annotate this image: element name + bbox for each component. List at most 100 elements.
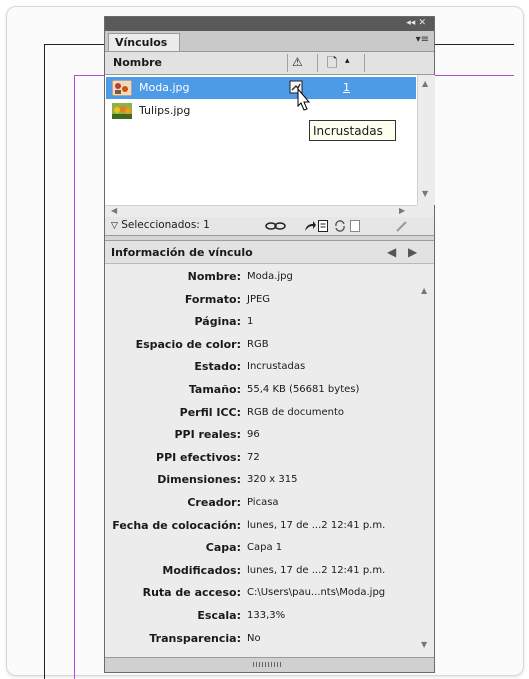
pointer-cursor-icon — [297, 88, 311, 111]
info-row: Ruta de acceso: C:\Users\pau...nts\Moda.j… — [105, 582, 417, 604]
info-value: Incrustadas — [247, 361, 306, 373]
column-name[interactable]: Nombre — [113, 56, 162, 69]
info-key: Nombre: — [187, 270, 241, 283]
column-separator — [287, 54, 288, 72]
info-value: 55,4 KB (56681 bytes) — [247, 384, 360, 395]
info-row: Escala: 133,3% — [105, 605, 417, 627]
info-value: 1 — [247, 316, 254, 328]
info-row: Perfil ICC: RGB de documento — [105, 402, 417, 424]
links-panel: ◂◂ ✕ Vínculos ▾≡ Nombre ⚠ 🗋 ▴ Moda.jpg 1 — [104, 16, 435, 673]
info-key: Espacio de color: — [135, 337, 241, 351]
link-name: Tulips.jpg — [139, 104, 191, 117]
info-key: Fecha de colocación: — [112, 518, 241, 532]
info-row: Estado: Incrustadas — [105, 356, 417, 378]
link-info-title: Información de vínculo — [111, 246, 253, 259]
info-row: Fecha de colocación: lunes, 17 de ...2 12… — [105, 515, 417, 537]
info-row: PPI reales: 96 — [105, 424, 417, 446]
info-key: Estado: — [194, 360, 241, 374]
info-key: Ruta de acceso: — [142, 586, 241, 600]
link-row-moda[interactable]: Moda.jpg 1 — [106, 77, 416, 99]
relink-icon[interactable] — [265, 220, 287, 232]
info-row: Página: 1 — [105, 311, 417, 333]
link-page[interactable]: 1 — [343, 81, 350, 94]
panel-titlebar[interactable]: ◂◂ ✕ — [105, 17, 434, 31]
next-link-icon[interactable]: ▶ — [408, 245, 417, 259]
edit-original-icon[interactable] — [349, 219, 361, 233]
info-value: Capa 1 — [247, 542, 283, 554]
disclosure-triangle-icon[interactable]: ▽ — [111, 221, 118, 231]
info-key: Perfil ICC: — [179, 405, 241, 419]
go-to-link-icon[interactable] — [303, 219, 317, 233]
info-row: Espacio de color: RGB — [105, 334, 417, 356]
tab-links[interactable]: Vínculos — [108, 33, 180, 51]
info-row: Tamaño: 55,4 KB (56681 bytes) — [105, 379, 417, 401]
info-key: Formato: — [184, 292, 241, 306]
info-key: Dimensiones: — [157, 473, 241, 487]
info-value: RGB de documento — [247, 406, 344, 418]
margin-guide-left — [74, 75, 75, 679]
scroll-down-icon[interactable]: ▼ — [421, 640, 427, 649]
scroll-up-icon[interactable]: ▲ — [421, 286, 427, 295]
info-value: lunes, 17 de ...2 12:41 p.m. — [247, 519, 386, 531]
info-value: 320 x 315 — [247, 474, 298, 486]
column-separator — [317, 54, 318, 72]
info-value: JPEG — [247, 293, 271, 305]
info-row: Nombre: Moda.jpg — [105, 266, 417, 288]
links-scrollbar[interactable]: ▲ ▼ — [417, 75, 435, 205]
info-value: No — [247, 632, 261, 644]
info-key: Tamaño: — [188, 383, 241, 396]
scroll-up-icon[interactable]: ▲ — [422, 79, 428, 88]
resize-grip[interactable] — [253, 662, 283, 667]
info-value: RGB — [247, 338, 269, 350]
scroll-down-icon[interactable]: ▼ — [422, 189, 428, 198]
info-key: Creador: — [187, 496, 241, 509]
tab-row: Vínculos ▾≡ — [105, 31, 434, 52]
info-row: Modificados: lunes, 17 de ...2 12:41 p.m. — [105, 560, 417, 582]
link-info-header: Información de vínculo ◀ ▶ — [105, 241, 434, 264]
info-key: Escala: — [197, 609, 241, 622]
collapse-close-controls[interactable]: ◂◂ ✕ — [406, 18, 426, 28]
pencil-icon[interactable] — [395, 219, 409, 233]
previous-link-icon[interactable]: ◀ — [387, 245, 396, 259]
info-row: Capa: Capa 1 — [105, 537, 417, 559]
info-value: C:\Users\pau...nts\Moda.jpg — [247, 587, 386, 599]
embedded-tooltip: Incrustadas — [309, 120, 396, 141]
image-thumbnail-icon — [112, 80, 132, 96]
info-row: Dimensiones: 320 x 315 — [105, 469, 417, 491]
info-key: PPI reales: — [174, 428, 241, 442]
info-scrollbar[interactable]: ▲ ▼ — [417, 264, 434, 657]
scroll-right-icon[interactable]: ▶ — [399, 206, 405, 215]
panel-menu-icon[interactable]: ▾≡ — [416, 34, 429, 45]
refresh-icon[interactable] — [333, 219, 347, 233]
info-value: Picasa — [247, 497, 279, 508]
status-row: ▽ Seleccionados: 1 — [105, 217, 434, 236]
info-key: Modificados: — [162, 563, 241, 577]
page-column-icon[interactable]: 🗋 — [327, 54, 337, 76]
info-row: Creador: Picasa — [105, 492, 417, 514]
info-key: Página: — [194, 315, 242, 329]
info-row: PPI efectivos: 72 — [105, 447, 417, 469]
link-row-tulips[interactable]: Tulips.jpg — [106, 100, 416, 122]
info-value: 72 — [247, 451, 260, 463]
info-row: Formato: JPEG — [105, 289, 417, 311]
column-header: Nombre ⚠ 🗋 ▴ — [105, 52, 434, 75]
column-separator — [364, 54, 365, 72]
info-value: 133,3% — [247, 610, 286, 621]
selected-label: Seleccionados: 1 — [121, 219, 210, 231]
info-key: Capa: — [205, 541, 241, 555]
link-info-list: Nombre: Moda.jpg Formato: JPEG Página: 1 Espac… — [105, 264, 417, 657]
info-value: lunes, 17 de ...2 12:41 p.m. — [247, 564, 386, 576]
selected-count[interactable]: ▽ Seleccionados: 1 — [111, 219, 210, 231]
panel-resize-bar[interactable] — [105, 657, 434, 672]
info-value: 96 — [247, 429, 260, 441]
info-key: Transparencia: — [149, 631, 241, 645]
document-frame-left — [44, 44, 45, 679]
info-row: Transparencia: No — [105, 628, 417, 650]
link-name: Moda.jpg — [139, 81, 190, 94]
info-value: Moda.jpg — [247, 271, 293, 282]
image-thumbnail-icon — [112, 103, 132, 119]
update-link-icon[interactable] — [317, 219, 329, 233]
sort-icon[interactable]: ▴ — [345, 56, 350, 66]
warning-icon[interactable]: ⚠ — [292, 55, 303, 69]
scroll-left-icon[interactable]: ◀ — [111, 206, 117, 215]
